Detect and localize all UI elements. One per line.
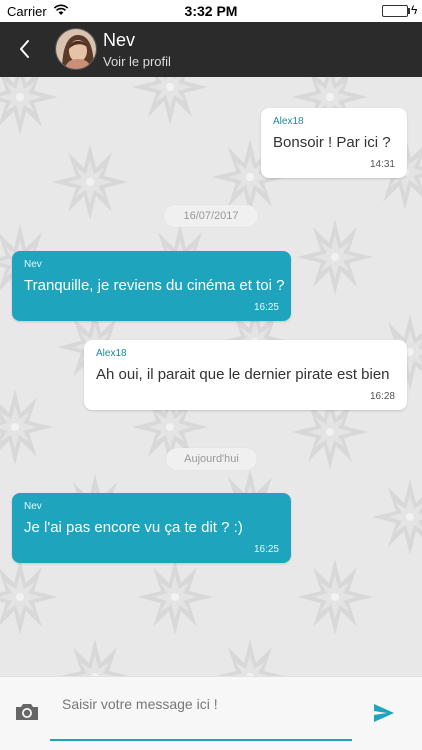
message-input[interactable] xyxy=(50,691,352,741)
send-icon xyxy=(374,704,394,722)
message-time: 16:25 xyxy=(253,544,279,555)
message-sender: Nev xyxy=(24,259,42,270)
message-text: Tranquille, je reviens du cinéma et toi … xyxy=(24,277,285,294)
back-button[interactable] xyxy=(10,34,38,64)
message-sender: Alex18 xyxy=(96,348,127,359)
chevron-left-icon xyxy=(20,40,29,58)
message-text: Ah oui, il parait que le dernier pirate … xyxy=(96,366,390,383)
message-bubble-incoming[interactable]: Nev Je l'ai pas encore vu ça te dit ? :)… xyxy=(12,493,291,563)
message-composer xyxy=(0,676,422,750)
status-time: 3:32 PM xyxy=(184,3,238,19)
message-sender: Nev xyxy=(24,501,42,512)
date-separator: Aujourd'hui xyxy=(166,448,257,470)
camera-icon xyxy=(16,704,38,720)
message-time: 16:28 xyxy=(369,391,395,402)
message-time: 16:25 xyxy=(253,302,279,313)
battery-icon: ϟ xyxy=(382,3,418,17)
message-text: Je l'ai pas encore vu ça te dit ? :) xyxy=(24,519,243,536)
message-bubble-outgoing[interactable]: Alex18 Ah oui, il parait que le dernier … xyxy=(84,340,407,410)
message-bubble-outgoing[interactable]: Alex18 Bonsoir ! Par ici ? 14:31 xyxy=(261,108,407,178)
charging-icon: ϟ xyxy=(411,3,418,17)
contact-avatar[interactable] xyxy=(55,28,97,70)
date-separator: 16/07/2017 xyxy=(164,205,258,227)
message-time: 14:31 xyxy=(369,159,395,170)
camera-button[interactable] xyxy=(14,701,40,723)
message-sender: Alex18 xyxy=(273,116,304,127)
contact-name[interactable]: Nev xyxy=(103,30,135,51)
chat-header: Nev Voir le profil xyxy=(0,22,422,77)
status-bar: Carrier 3:32 PM ϟ xyxy=(0,0,422,22)
send-button[interactable] xyxy=(372,701,396,725)
message-text: Bonsoir ! Par ici ? xyxy=(273,134,391,151)
chat-messages-area[interactable]: Alex18 Bonsoir ! Par ici ? 14:31 16/07/2… xyxy=(0,77,422,676)
message-bubble-incoming[interactable]: Nev Tranquille, je reviens du cinéma et … xyxy=(12,251,291,321)
view-profile-link[interactable]: Voir le profil xyxy=(103,54,171,69)
